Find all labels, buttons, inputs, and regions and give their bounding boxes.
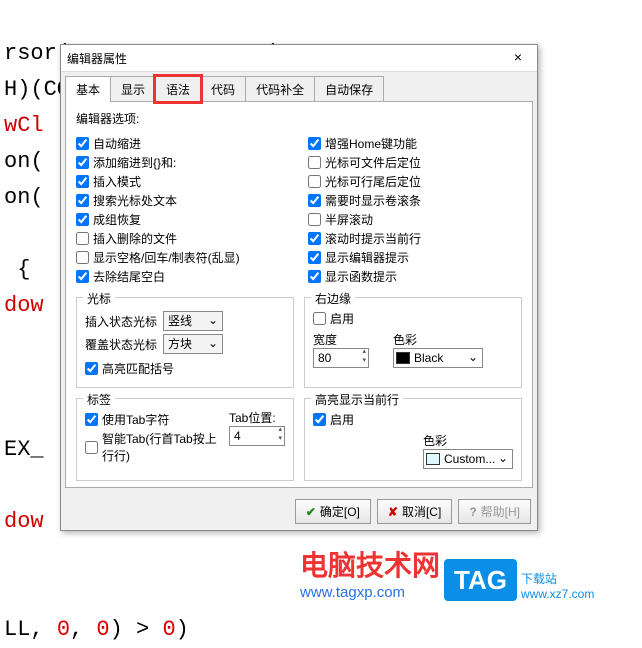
opt-cursor-past-eof[interactable]: 光标可文件后定位 — [308, 154, 522, 171]
right-edge-group: 右边缘 启用 宽度 80 色彩 Black — [304, 297, 522, 388]
highlight-line-title: 高亮显示当前行 — [311, 391, 403, 408]
ok-button[interactable]: ✔ 确定[O] — [295, 499, 371, 524]
right-edge-color-label: 色彩 — [393, 331, 483, 348]
opt-editor-hints[interactable]: 显示编辑器提示 — [308, 249, 522, 266]
watermark-overlay: 电脑技术网 www.tagxp.com TAG 下载站 www.xz7.com — [300, 544, 594, 601]
highlight-line-group: 高亮显示当前行 启用 色彩 Custom... — [304, 398, 522, 481]
cancel-button[interactable]: ✘ 取消[C] — [377, 499, 452, 524]
check-icon: ✔ — [306, 505, 316, 519]
highlight-line-color-combo[interactable]: Custom... — [423, 449, 513, 469]
cross-icon: ✘ — [388, 505, 398, 519]
tag-site: www.xz7.com — [521, 587, 594, 601]
tag-badge: TAG — [444, 559, 517, 601]
right-edge-color-combo[interactable]: Black — [393, 348, 483, 368]
opt-trim-trailing[interactable]: 去除结尾空白 — [76, 268, 290, 285]
overwrite-cursor-label: 覆盖状态光标 — [85, 336, 157, 353]
editor-options-label: 编辑器选项: — [76, 110, 522, 127]
opt-search-cursor-text[interactable]: 搜索光标处文本 — [76, 192, 290, 209]
tag-sub: 下载站 — [521, 570, 594, 587]
insert-cursor-combo[interactable]: 竖线 — [163, 311, 223, 331]
dialog-titlebar[interactable]: 编辑器属性 × — [61, 45, 537, 72]
right-edge-width-spin[interactable]: 80 — [313, 348, 369, 368]
opt-function-hints[interactable]: 显示函数提示 — [308, 268, 522, 285]
opt-half-page-scroll[interactable]: 半屏滚动 — [308, 211, 522, 228]
tab-display[interactable]: 显示 — [110, 76, 156, 102]
tab-group-title: 标签 — [83, 391, 115, 408]
cursor-group-title: 光标 — [83, 290, 115, 307]
watermark-text: 电脑技术网 — [300, 544, 440, 584]
tab-basic[interactable]: 基本 — [65, 76, 111, 102]
opt-right-edge-enable[interactable]: 启用 — [313, 310, 513, 327]
right-edge-title: 右边缘 — [311, 290, 355, 307]
opt-cursor-past-eol[interactable]: 光标可行尾后定位 — [308, 173, 522, 190]
tab-group: 标签 使用Tab字符 智能Tab(行首Tab按上行行) Tab位置: 4 — [76, 398, 294, 481]
tab-completion[interactable]: 代码补全 — [245, 76, 315, 102]
dialog-title: 编辑器属性 — [67, 50, 127, 67]
opt-insert-deleted-files[interactable]: 插入删除的文件 — [76, 230, 290, 247]
opt-smart-tab[interactable]: 智能Tab(行首Tab按上行行) — [85, 430, 221, 464]
opt-scroll-hint-line[interactable]: 滚动时提示当前行 — [308, 230, 522, 247]
opt-add-indent-braces[interactable]: 添加缩进到{}和: — [76, 154, 290, 171]
help-button[interactable]: ? 帮助[H] — [458, 499, 531, 524]
editor-properties-dialog: 编辑器属性 × 基本 显示 语法 代码 代码补全 自动保存 编辑器选项: 自动缩… — [60, 44, 538, 531]
tab-strip: 基本 显示 语法 代码 代码补全 自动保存 — [61, 72, 537, 102]
right-edge-width-label: 宽度 — [313, 331, 369, 348]
color-swatch-black — [396, 352, 410, 364]
opt-highlight-line-enable[interactable]: 启用 — [313, 411, 513, 428]
opt-scrollbar-as-needed[interactable]: 需要时显示卷滚条 — [308, 192, 522, 209]
cursor-group: 光标 插入状态光标 竖线 覆盖状态光标 方块 高亮匹配括号 — [76, 297, 294, 388]
opt-show-whitespace[interactable]: 显示空格/回车/制表符(乱显) — [76, 249, 290, 266]
tab-pos-spin[interactable]: 4 — [229, 426, 285, 446]
tab-panel-basic: 编辑器选项: 自动缩进 添加缩进到{}和: 插入模式 搜索光标处文本 成组恢复 … — [65, 101, 533, 488]
tab-autosave[interactable]: 自动保存 — [314, 76, 384, 102]
options-left-column: 自动缩进 添加缩进到{}和: 插入模式 搜索光标处文本 成组恢复 插入删除的文件… — [76, 133, 290, 287]
opt-auto-indent[interactable]: 自动缩进 — [76, 135, 290, 152]
opt-group-undo[interactable]: 成组恢复 — [76, 211, 290, 228]
opt-insert-mode[interactable]: 插入模式 — [76, 173, 290, 190]
options-right-column: 增强Home键功能 光标可文件后定位 光标可行尾后定位 需要时显示卷滚条 半屏滚… — [308, 133, 522, 287]
insert-cursor-label: 插入状态光标 — [85, 313, 157, 330]
help-icon: ? — [469, 505, 476, 519]
tab-syntax[interactable]: 语法 — [155, 76, 201, 102]
close-button[interactable]: × — [505, 49, 531, 67]
tab-pos-label: Tab位置: — [229, 409, 285, 426]
opt-enhanced-home[interactable]: 增强Home键功能 — [308, 135, 522, 152]
overwrite-cursor-combo[interactable]: 方块 — [163, 334, 223, 354]
opt-highlight-match-brace[interactable]: 高亮匹配括号 — [85, 360, 285, 377]
tab-code[interactable]: 代码 — [200, 76, 246, 102]
dialog-button-bar: ✔ 确定[O] ✘ 取消[C] ? 帮助[H] — [61, 493, 537, 530]
opt-use-tab-char[interactable]: 使用Tab字符 — [85, 411, 221, 428]
watermark-url: www.tagxp.com — [300, 584, 440, 601]
highlight-line-color-label: 色彩 — [423, 432, 513, 449]
color-swatch-custom — [426, 453, 440, 465]
